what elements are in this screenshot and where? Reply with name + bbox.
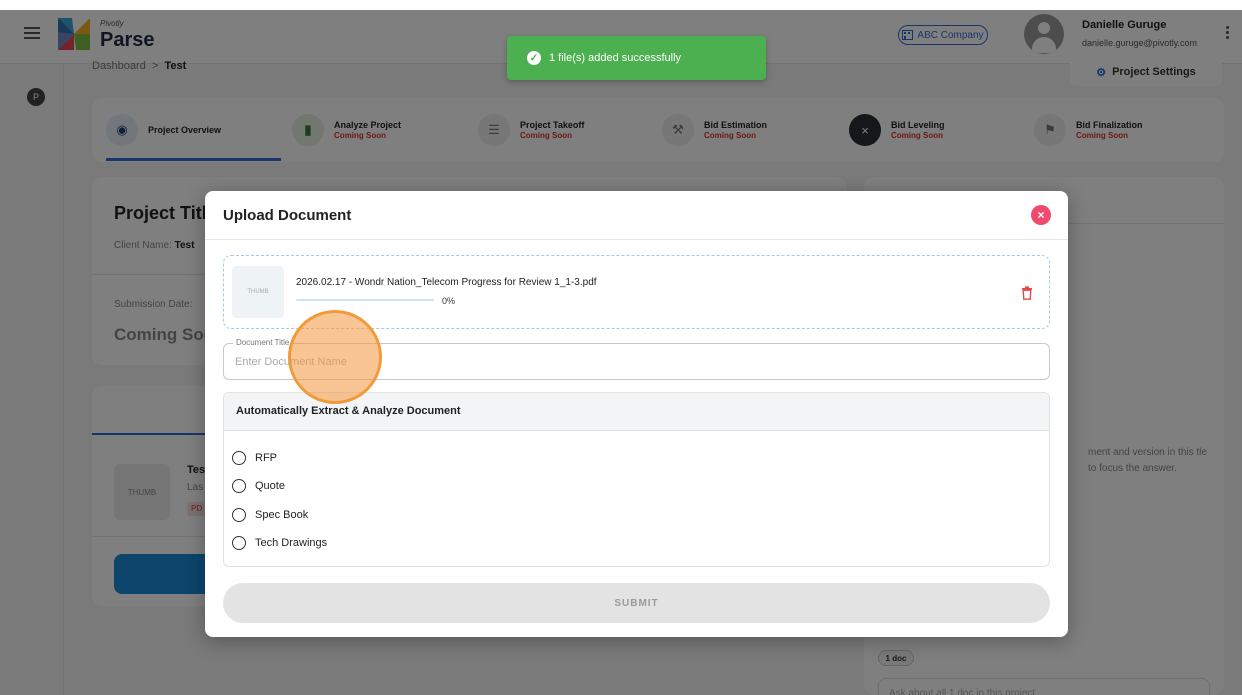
file-name: 2026.02.17 - Wondr Nation_Telecom Progre… [296, 277, 597, 288]
radio-icon [232, 536, 246, 550]
radio-option-quote[interactable]: Quote [232, 478, 285, 494]
file-thumbnail: THUMB [232, 266, 284, 318]
radio-icon [232, 508, 246, 522]
close-icon[interactable]: × [1031, 205, 1051, 225]
document-title-label: Document Title [233, 338, 293, 347]
radio-option-rfp[interactable]: RFP [232, 450, 277, 466]
radio-label: Tech Drawings [255, 537, 328, 549]
check-circle-icon: ✓ [527, 51, 541, 65]
extract-analyze-section: Automatically Extract & Analyze Document… [223, 392, 1050, 567]
top-strip [0, 0, 1242, 10]
trash-icon[interactable] [1021, 286, 1033, 300]
radio-icon [232, 479, 246, 493]
modal-title: Upload Document [223, 207, 352, 224]
success-toast: ✓ 1 file(s) added successfully [507, 36, 766, 80]
upload-progress-bar [296, 299, 434, 301]
radio-label: Quote [255, 480, 285, 492]
upload-progress-label: 0% [442, 296, 456, 306]
radio-label: RFP [255, 452, 277, 464]
toast-message: 1 file(s) added successfully [549, 52, 682, 64]
radio-option-tech-drawings[interactable]: Tech Drawings [232, 535, 327, 551]
upload-document-modal: Upload Document × THUMB 2026.02.17 - Won… [205, 191, 1068, 637]
click-indicator [288, 310, 382, 404]
submit-button[interactable]: SUBMIT [223, 583, 1050, 623]
radio-icon [232, 451, 246, 465]
radio-label: Spec Book [255, 509, 309, 521]
radio-option-spec-book[interactable]: Spec Book [232, 507, 308, 523]
